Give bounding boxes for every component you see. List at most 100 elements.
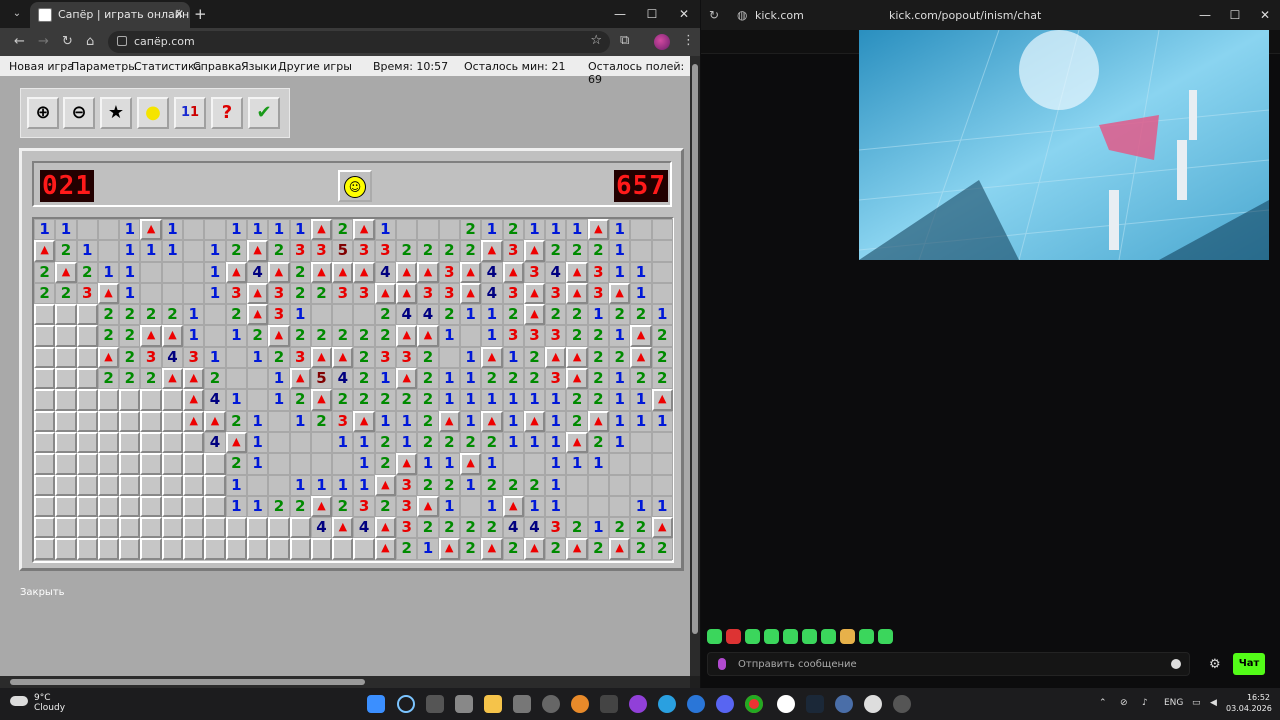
- number-cell[interactable]: 2: [332, 495, 354, 518]
- unopened-cell[interactable]: [97, 495, 120, 518]
- close-window-icon[interactable]: ✕: [1250, 0, 1280, 30]
- unopened-cell[interactable]: [76, 495, 98, 518]
- number-cell[interactable]: 1: [119, 261, 141, 283]
- flag-icon[interactable]: ▲: [55, 261, 77, 283]
- maximize-icon[interactable]: ☐: [1220, 0, 1250, 30]
- flag-icon[interactable]: ▲: [481, 346, 503, 369]
- empty-cell[interactable]: [332, 304, 354, 326]
- unopened-cell[interactable]: [140, 474, 162, 496]
- number-cell[interactable]: 1: [481, 304, 503, 326]
- flag-icon[interactable]: ▲: [438, 538, 460, 560]
- number-cell[interactable]: 2: [246, 325, 269, 347]
- unopened-cell[interactable]: [204, 517, 226, 539]
- number-cell[interactable]: 2: [481, 474, 503, 496]
- unopened-cell[interactable]: [76, 538, 98, 560]
- volume-icon[interactable]: ◀: [1210, 698, 1217, 708]
- number-cell[interactable]: 4: [374, 261, 397, 283]
- check-icon[interactable]: ✔: [248, 97, 280, 129]
- number-cell[interactable]: 1: [140, 240, 162, 262]
- number-cell[interactable]: 1: [268, 219, 290, 241]
- menu-other-games[interactable]: Другие игры: [278, 60, 352, 73]
- empty-cell[interactable]: [97, 240, 120, 262]
- number-cell[interactable]: 1: [438, 453, 460, 475]
- app-icon[interactable]: [513, 695, 531, 713]
- unopened-cell[interactable]: [97, 538, 120, 560]
- number-cell[interactable]: 3: [183, 346, 205, 369]
- flag-icon[interactable]: ▲: [396, 282, 418, 305]
- flag-icon[interactable]: ▲: [609, 282, 631, 305]
- number-cell[interactable]: 1: [396, 410, 418, 432]
- flag-icon[interactable]: ▲: [353, 261, 375, 283]
- emoji-icon[interactable]: [1171, 659, 1181, 669]
- number-cell[interactable]: 1: [630, 261, 652, 283]
- number-cell[interactable]: 1: [119, 240, 141, 262]
- number-cell[interactable]: 4: [396, 304, 418, 326]
- site-info-icon[interactable]: [117, 36, 127, 46]
- unopened-cell[interactable]: [34, 304, 56, 326]
- flag-icon[interactable]: ▲: [310, 389, 333, 411]
- number-cell[interactable]: 1: [545, 495, 567, 518]
- empty-cell[interactable]: [587, 495, 610, 518]
- number-cell[interactable]: 1: [651, 304, 673, 326]
- number-cell[interactable]: 1: [587, 304, 610, 326]
- flag-icon[interactable]: ▲: [566, 261, 588, 283]
- number-cell[interactable]: 2: [332, 389, 354, 411]
- chat-input[interactable]: Отправить сообщение: [707, 652, 1190, 676]
- emote-icon[interactable]: [764, 629, 779, 644]
- empty-cell[interactable]: [76, 219, 98, 241]
- discord-icon[interactable]: [716, 695, 734, 713]
- flag-icon[interactable]: ▲: [438, 410, 460, 432]
- number-cell[interactable]: 3: [438, 282, 460, 305]
- number-cell[interactable]: 2: [545, 304, 567, 326]
- number-cell[interactable]: 2: [225, 304, 247, 326]
- flag-icon[interactable]: ▲: [268, 325, 290, 347]
- number-cell[interactable]: 1: [545, 219, 567, 241]
- flag-icon[interactable]: ▲: [566, 431, 588, 454]
- number-cell[interactable]: 3: [545, 325, 567, 347]
- empty-cell[interactable]: [246, 474, 269, 496]
- number-cell[interactable]: 2: [523, 368, 546, 390]
- empty-cell[interactable]: [609, 495, 631, 518]
- unopened-cell[interactable]: [34, 368, 56, 390]
- unopened-cell[interactable]: [55, 517, 77, 539]
- number-cell[interactable]: 2: [481, 517, 503, 539]
- number-cell[interactable]: 1: [246, 410, 269, 432]
- unopened-cell[interactable]: [76, 517, 98, 539]
- empty-cell[interactable]: [161, 282, 184, 305]
- flag-icon[interactable]: ▲: [481, 410, 503, 432]
- number-cell[interactable]: 2: [417, 410, 439, 432]
- number-cell[interactable]: 1: [523, 495, 546, 518]
- number-cell[interactable]: 3: [545, 368, 567, 390]
- unopened-cell[interactable]: [76, 474, 98, 496]
- flag-icon[interactable]: ▲: [396, 325, 418, 347]
- reload-icon[interactable]: ↻: [62, 34, 73, 49]
- number-cell[interactable]: 3: [310, 240, 333, 262]
- number-cell[interactable]: 2: [140, 368, 162, 390]
- unopened-cell[interactable]: [161, 495, 184, 518]
- empty-cell[interactable]: [140, 261, 162, 283]
- number-cell[interactable]: 3: [396, 517, 418, 539]
- flag-icon[interactable]: ▲: [97, 346, 120, 369]
- number-cell[interactable]: 2: [459, 240, 482, 262]
- empty-cell[interactable]: [651, 453, 673, 475]
- number-cell[interactable]: 2: [310, 282, 333, 305]
- number-cell[interactable]: 1: [609, 219, 631, 241]
- number-cell[interactable]: 2: [268, 240, 290, 262]
- empty-cell[interactable]: [609, 474, 631, 496]
- emote-icon[interactable]: [802, 629, 817, 644]
- emote-icon[interactable]: [707, 629, 722, 644]
- star-icon[interactable]: ★: [100, 97, 132, 129]
- number-cell[interactable]: 3: [332, 410, 354, 432]
- number-cell[interactable]: 3: [502, 240, 524, 262]
- unopened-cell[interactable]: [76, 453, 98, 475]
- number-cell[interactable]: 1: [55, 219, 77, 241]
- number-cell[interactable]: 1: [502, 346, 524, 369]
- number-cell[interactable]: 1: [459, 389, 482, 411]
- unopened-cell[interactable]: [119, 410, 141, 432]
- number-cell[interactable]: 1: [545, 453, 567, 475]
- number-cell[interactable]: 1: [76, 240, 98, 262]
- flag-icon[interactable]: ▲: [161, 325, 184, 347]
- number-cell[interactable]: 1: [268, 368, 290, 390]
- task-view-icon[interactable]: [426, 695, 444, 713]
- app-icon[interactable]: [600, 695, 618, 713]
